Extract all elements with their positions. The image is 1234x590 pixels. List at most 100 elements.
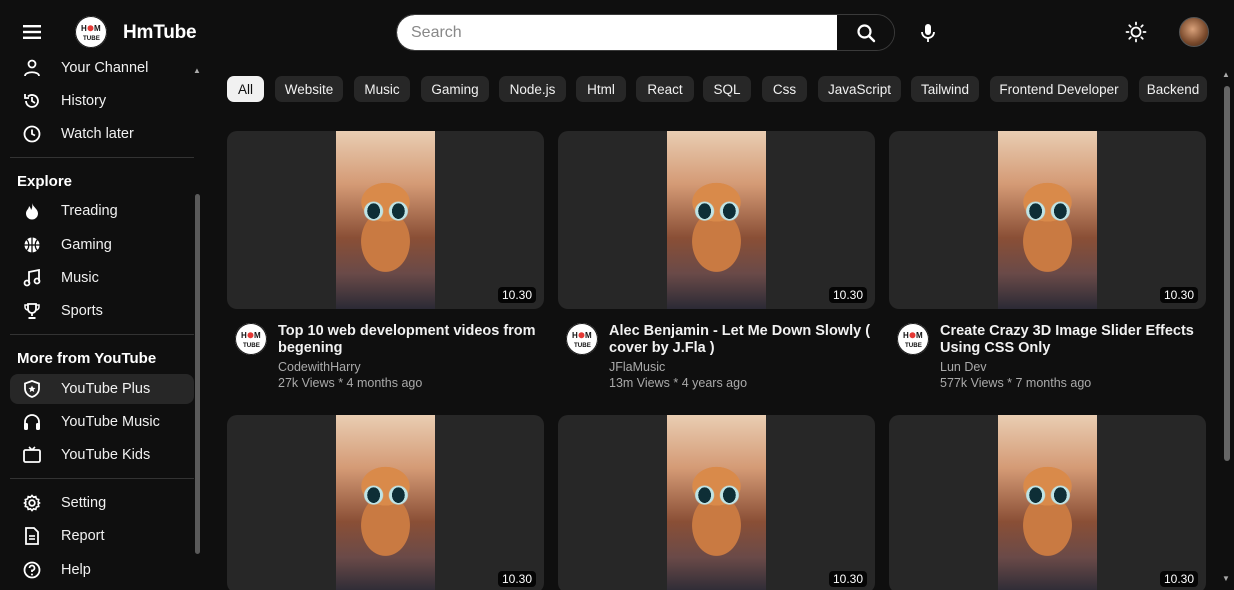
channel-name[interactable]: CodewithHarry bbox=[278, 360, 361, 374]
chip-tailwind[interactable]: Tailwind bbox=[911, 76, 979, 102]
video-meta: H M TUBE Top 10 web development videos fro… bbox=[227, 309, 544, 399]
chip-javascript[interactable]: JavaScript bbox=[818, 76, 901, 102]
sidebar-item-youtube-music[interactable]: YouTube Music bbox=[10, 407, 194, 437]
svg-text:H: H bbox=[241, 331, 247, 340]
main-scrollbar[interactable] bbox=[1224, 86, 1230, 461]
sidebar-item-label: YouTube Music bbox=[61, 414, 160, 430]
hamburger-menu-button[interactable] bbox=[18, 20, 46, 44]
sidebar-item-youtube-kids[interactable]: YouTube Kids bbox=[10, 440, 194, 470]
sidebar-item-label: Report bbox=[61, 528, 105, 544]
gear-icon bbox=[21, 492, 43, 514]
basketball-icon bbox=[21, 234, 43, 256]
sidebar-item-help[interactable]: Help bbox=[10, 555, 194, 585]
main-scroll-up-arrow[interactable]: ▲ bbox=[1222, 70, 1230, 79]
video-thumbnail[interactable]: 10.30 bbox=[558, 131, 875, 309]
chip-gaming[interactable]: Gaming bbox=[421, 76, 489, 102]
sidebar-item-setting[interactable]: Setting bbox=[10, 488, 194, 518]
music-note-icon bbox=[21, 267, 43, 289]
sidebar-item-history[interactable]: History bbox=[10, 86, 194, 116]
chip-website[interactable]: Website bbox=[275, 76, 343, 102]
video-card[interactable]: 10.30 H M TUBE Top 10 web development vide… bbox=[227, 131, 544, 399]
svg-text:M: M bbox=[585, 331, 592, 340]
video-meta: H M TUBE Alec Benjamin - Let Me Down Slowl… bbox=[558, 309, 875, 399]
shield-icon bbox=[21, 378, 43, 400]
category-chips: All Website Music Gaming Node.js Html Re… bbox=[227, 76, 1207, 102]
svg-text:H: H bbox=[572, 331, 578, 340]
thumbnail-image bbox=[998, 131, 1097, 309]
chip-all[interactable]: All bbox=[227, 76, 264, 102]
video-thumbnail[interactable]: 10.30 bbox=[889, 415, 1206, 590]
video-title[interactable]: Create Crazy 3D Image Slider Effects Usi… bbox=[940, 323, 1202, 357]
theme-toggle-button[interactable] bbox=[1122, 18, 1150, 46]
video-card[interactable]: 10.30 bbox=[558, 415, 875, 590]
svg-text:TUBE: TUBE bbox=[83, 35, 100, 42]
video-meta: H M TUBE Create Crazy 3D Image Slider Effe… bbox=[889, 309, 1206, 399]
channel-avatar[interactable]: H M TUBE bbox=[897, 323, 929, 355]
hmtube-logo[interactable]: H M TUBE bbox=[75, 16, 107, 48]
chip-backend[interactable]: Backend bbox=[1139, 76, 1207, 102]
report-icon bbox=[21, 525, 43, 547]
explore-heading: Explore bbox=[17, 173, 73, 190]
brand-name: HmTube bbox=[123, 22, 197, 43]
chip-html[interactable]: Html bbox=[576, 76, 626, 102]
thumbnail-image bbox=[667, 415, 766, 590]
video-thumbnail[interactable]: 10.30 bbox=[558, 415, 875, 590]
hmtube-logo-icon: H M TUBE bbox=[897, 323, 929, 355]
search-button[interactable] bbox=[837, 15, 894, 50]
user-icon bbox=[21, 57, 43, 79]
sidebar-item-watch-later[interactable]: Watch later bbox=[10, 119, 194, 149]
video-stats: 577k Views * 7 months ago bbox=[940, 376, 1092, 390]
sidebar-item-label: Gaming bbox=[61, 237, 112, 253]
app-window: H M TUBE HmTube Search ▲ Your Channel Hi… bbox=[0, 0, 1234, 590]
main-scroll-down-arrow[interactable]: ▼ bbox=[1222, 574, 1230, 583]
tv-icon bbox=[21, 444, 43, 466]
chip-sql[interactable]: SQL bbox=[703, 76, 751, 102]
video-card[interactable]: 10.30 bbox=[227, 415, 544, 590]
video-duration: 10.30 bbox=[1159, 287, 1198, 303]
channel-avatar[interactable]: H M TUBE bbox=[566, 323, 598, 355]
svg-text:H: H bbox=[81, 24, 87, 33]
channel-avatar[interactable]: H M TUBE bbox=[235, 323, 267, 355]
sun-icon bbox=[1125, 21, 1147, 43]
sidebar-item-label: Sports bbox=[61, 303, 103, 319]
sidebar-item-youtube-plus[interactable]: YouTube Plus bbox=[10, 374, 194, 404]
channel-name[interactable]: JFlaMusic bbox=[609, 360, 665, 374]
history-icon bbox=[21, 90, 43, 112]
sidebar-item-label: YouTube Plus bbox=[61, 381, 151, 397]
video-thumbnail[interactable]: 10.30 bbox=[227, 415, 544, 590]
video-title[interactable]: Alec Benjamin - Let Me Down Slowly ( cov… bbox=[609, 323, 871, 357]
more-from-youtube-heading: More from YouTube bbox=[17, 350, 157, 367]
video-card[interactable]: 10.30 H M TUBE Alec Benjamin - Let Me Down… bbox=[558, 131, 875, 399]
video-thumbnail[interactable]: 10.30 bbox=[227, 131, 544, 309]
sidebar-scroll-up-arrow[interactable]: ▲ bbox=[193, 66, 201, 75]
sidebar-item-gaming[interactable]: Gaming bbox=[10, 230, 194, 260]
search-icon bbox=[856, 23, 875, 42]
sidebar-item-music[interactable]: Music bbox=[10, 263, 194, 293]
search-input[interactable] bbox=[397, 15, 837, 50]
chip-music[interactable]: Music bbox=[354, 76, 410, 102]
svg-text:M: M bbox=[916, 331, 923, 340]
video-card[interactable]: 10.30 bbox=[889, 415, 1206, 590]
channel-name[interactable]: Lun Dev bbox=[940, 360, 987, 374]
sidebar-item-treading[interactable]: Treading bbox=[10, 196, 194, 226]
video-stats: 13m Views * 4 years ago bbox=[609, 376, 748, 390]
top-bar: H M TUBE HmTube bbox=[0, 0, 1234, 64]
video-duration: 10.30 bbox=[828, 571, 867, 587]
sidebar-item-label: Your Channel bbox=[61, 60, 149, 76]
chip-css[interactable]: Css bbox=[762, 76, 807, 102]
sidebar-divider bbox=[10, 334, 194, 335]
sidebar-scrollbar[interactable] bbox=[195, 194, 200, 554]
video-card[interactable]: 10.30 H M TUBE Create Crazy 3D Image Slide… bbox=[889, 131, 1206, 399]
sidebar-item-report[interactable]: Report bbox=[10, 521, 194, 551]
sidebar-item-sports[interactable]: Sports bbox=[10, 296, 194, 326]
user-avatar[interactable] bbox=[1179, 17, 1209, 47]
sidebar: ▲ Your Channel History Watch later Explo… bbox=[0, 56, 204, 590]
voice-search-button[interactable] bbox=[914, 19, 942, 47]
chip-nodejs[interactable]: Node.js bbox=[499, 76, 566, 102]
fire-icon bbox=[21, 200, 43, 222]
sidebar-item-your-channel[interactable]: Your Channel bbox=[10, 56, 194, 83]
chip-frontend-developer[interactable]: Frontend Developer bbox=[990, 76, 1128, 102]
video-title[interactable]: Top 10 web development videos from begen… bbox=[278, 323, 540, 357]
chip-react[interactable]: React bbox=[636, 76, 694, 102]
video-thumbnail[interactable]: 10.30 bbox=[889, 131, 1206, 309]
